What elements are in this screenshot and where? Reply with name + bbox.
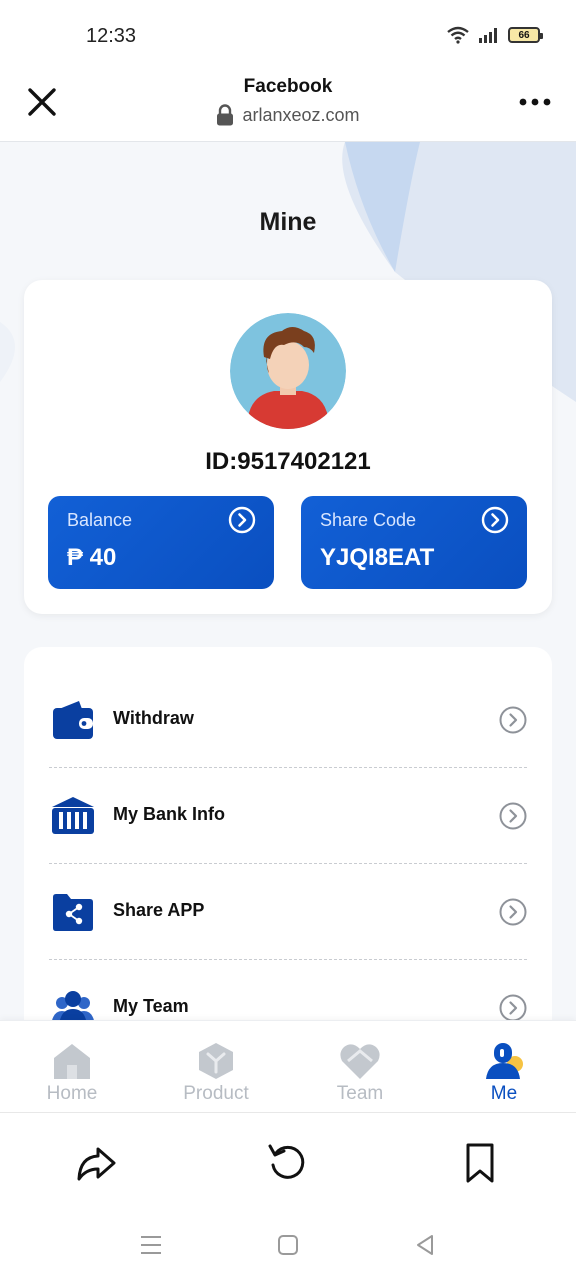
menu-item-label: My Team [113, 996, 189, 1016]
status-time: 12:33 [86, 25, 137, 47]
status-bar: 12:33 66 [0, 0, 576, 72]
chevron-right-circle-icon [499, 802, 527, 830]
bank-icon [52, 797, 94, 834]
bottom-tab-bar: Home Product Team Me [0, 1020, 576, 1112]
balance-card[interactable]: Balance ₱ 40 [48, 496, 274, 589]
system-nav-bar [0, 1212, 576, 1280]
chevron-right-circle-icon[interactable] [228, 506, 256, 534]
user-id: ID:9517402121 [205, 448, 371, 475]
browser-header: Facebook arlanxeoz.com [0, 72, 576, 142]
battery-level: 66 [518, 29, 530, 41]
url-text: arlanxeoz.com [242, 104, 360, 125]
tab-label: Me [490, 1083, 518, 1104]
browser-toolbar [0, 1112, 576, 1212]
me-icon [486, 1043, 523, 1079]
menu-item-label: Share APP [113, 900, 205, 920]
signal-icon [479, 28, 497, 43]
menu-item-label: Withdraw [113, 708, 194, 728]
menu-item-withdraw[interactable]: Withdraw [49, 672, 527, 768]
browser-title: Facebook [243, 76, 333, 97]
battery-icon: 66 [508, 27, 543, 43]
page-title: Mine [259, 208, 317, 236]
share-code-label: Share Code [320, 510, 417, 530]
profile-card: ID:9517402121 Balance ₱ 40 Share Code YJ… [24, 280, 552, 614]
tab-home[interactable]: Home [0, 1021, 144, 1113]
tab-label: Product [183, 1083, 249, 1104]
menu-icon[interactable] [138, 1232, 164, 1258]
lock-icon [217, 104, 234, 126]
wifi-icon [447, 26, 469, 44]
tab-team[interactable]: Team [288, 1021, 432, 1113]
tab-product[interactable]: Product [144, 1021, 288, 1113]
tab-label: Team [336, 1083, 384, 1104]
browser-url[interactable]: arlanxeoz.com [0, 104, 576, 126]
chevron-right-circle-icon [499, 898, 527, 926]
home-square-icon[interactable] [275, 1232, 301, 1258]
share-folder-icon [53, 894, 93, 931]
back-triangle-icon[interactable] [412, 1232, 438, 1258]
chevron-right-circle-icon [499, 994, 527, 1022]
share-code-card[interactable]: Share Code YJQI8EAT [301, 496, 527, 589]
status-icons: 66 [446, 26, 543, 44]
tab-label: Home [46, 1083, 98, 1104]
chevron-right-circle-icon[interactable] [481, 506, 509, 534]
menu-item-label: My Bank Info [113, 804, 226, 824]
menu-item-bank-info[interactable]: My Bank Info [49, 768, 527, 864]
chevron-right-circle-icon [499, 706, 527, 734]
balance-value: ₱ 40 [67, 544, 117, 571]
menu-item-share-app[interactable]: Share APP [49, 864, 527, 960]
balance-label: Balance [67, 510, 133, 530]
share-arrow-icon[interactable] [74, 1141, 118, 1185]
product-icon [199, 1043, 233, 1079]
menu-item-my-team[interactable]: My Team [49, 960, 527, 1022]
page-content: Mine ID:9517402121 Balance ₱ 40 Share Co… [0, 142, 576, 1022]
menu-card: Withdraw My Bank Info Share APP My Team [24, 647, 552, 1022]
refresh-icon[interactable] [266, 1141, 310, 1185]
tab-me[interactable]: Me [432, 1021, 576, 1113]
browser-title-block: Facebook arlanxeoz.com [0, 76, 576, 126]
team-heart-icon [340, 1044, 380, 1079]
bookmark-icon[interactable] [458, 1141, 502, 1185]
more-options-icon[interactable] [518, 90, 552, 114]
wallet-icon [53, 701, 93, 739]
avatar[interactable] [230, 313, 346, 429]
team-icon [51, 991, 95, 1022]
share-code-value: YJQI8EAT [320, 544, 435, 571]
home-icon [54, 1044, 90, 1079]
